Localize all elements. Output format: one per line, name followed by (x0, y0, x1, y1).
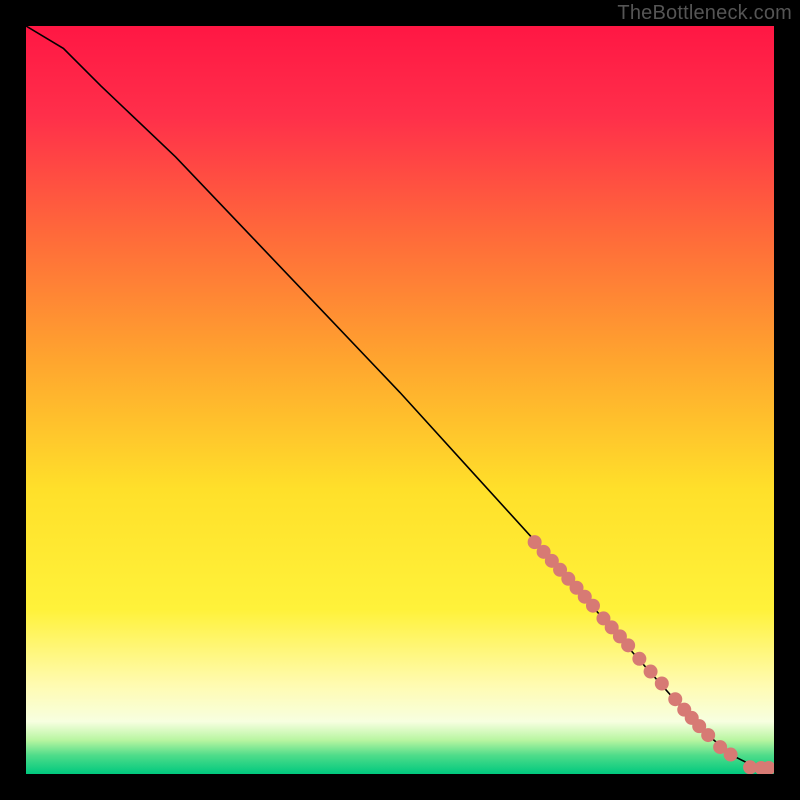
data-marker (669, 693, 682, 706)
data-marker (655, 677, 668, 690)
data-marker (622, 639, 635, 652)
watermark-text: TheBottleneck.com (617, 2, 792, 25)
data-marker (633, 652, 646, 665)
data-marker (762, 762, 774, 774)
chart-svg (26, 26, 774, 774)
chart-frame: TheBottleneck.com (0, 0, 800, 800)
plot-area (26, 26, 774, 774)
data-marker (724, 748, 737, 761)
data-marker (702, 729, 715, 742)
data-marker (586, 599, 599, 612)
chart-background (26, 26, 774, 774)
data-marker (644, 665, 657, 678)
